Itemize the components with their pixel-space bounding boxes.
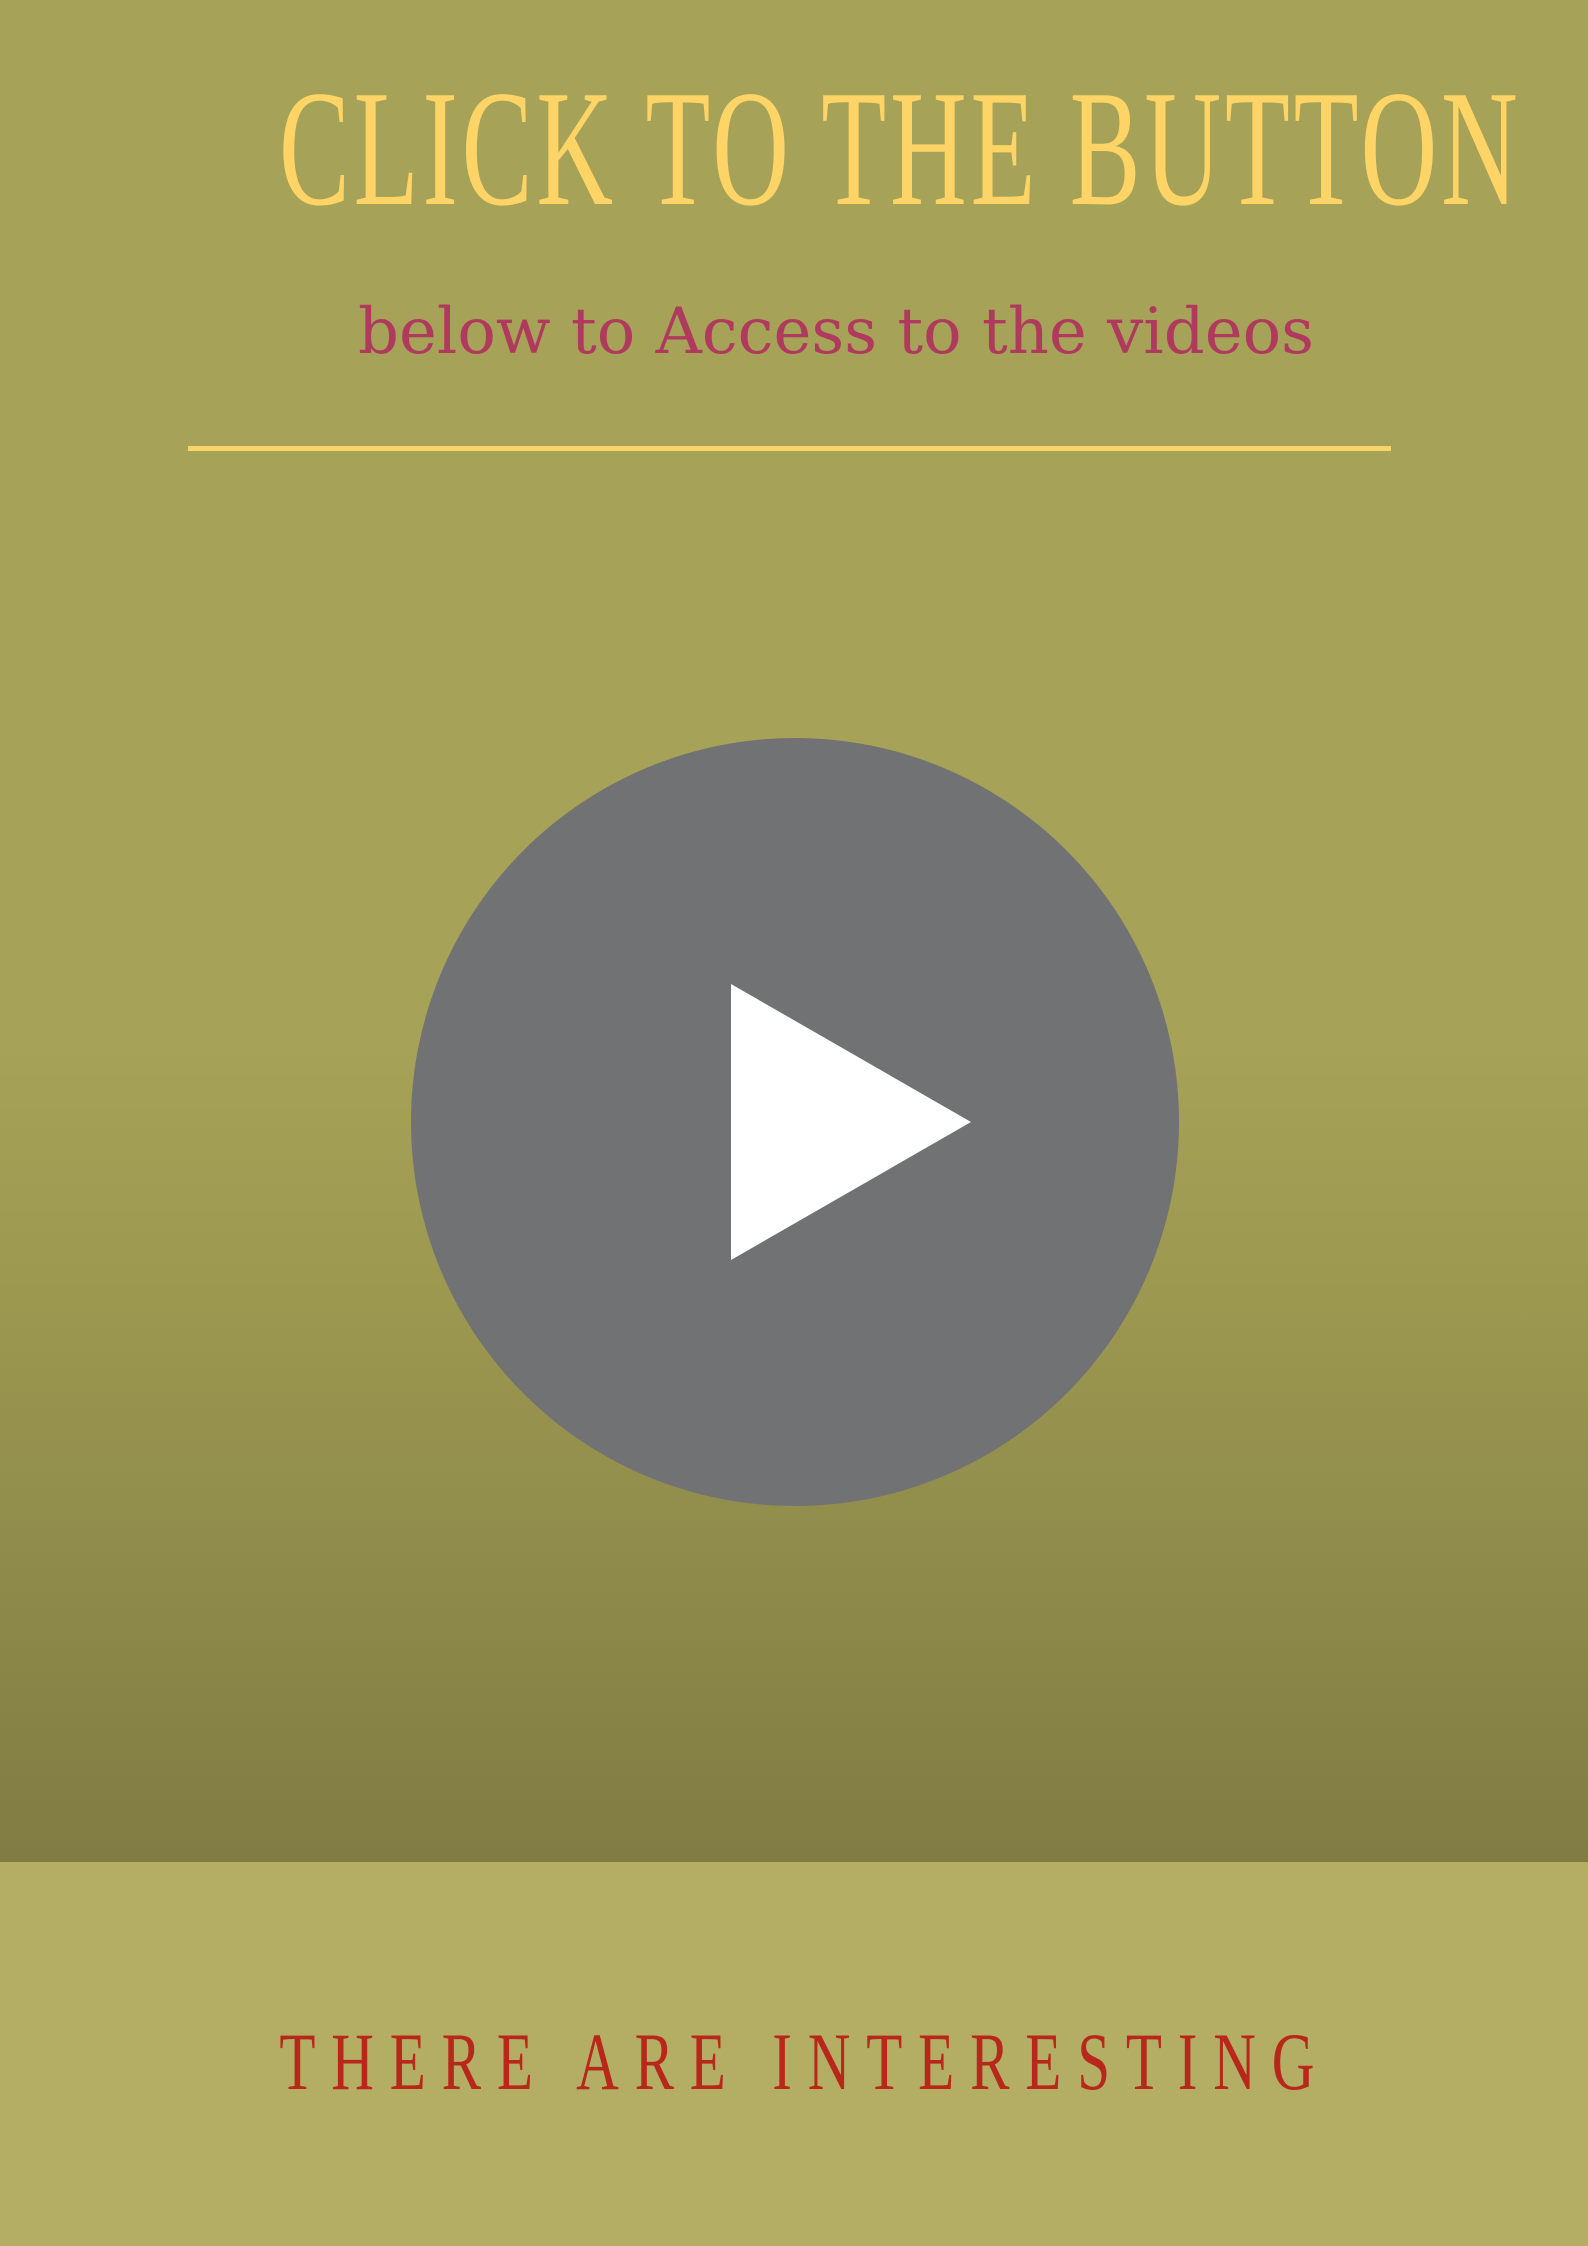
hero-panel: CLICK TO THE BUTTON below to Access to t… — [0, 0, 1588, 1862]
page-title: CLICK TO THE BUTTON — [279, 56, 1522, 240]
play-video-button[interactable] — [411, 738, 1179, 1506]
play-icon — [731, 984, 971, 1260]
divider-line — [188, 446, 1391, 451]
footer-band: THERE ARE INTERESTING — [0, 1862, 1588, 2246]
footer-tagline: THERE ARE INTERESTING — [279, 2016, 1331, 2107]
page-subtitle: below to Access to the videos — [358, 295, 1314, 369]
